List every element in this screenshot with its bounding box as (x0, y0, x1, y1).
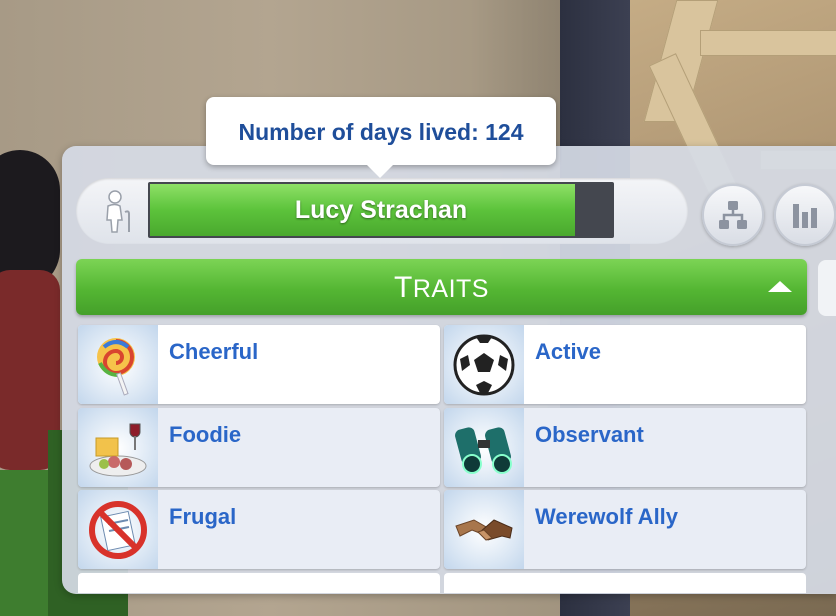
trait-card-partial[interactable] (444, 573, 806, 593)
trait-icon-frame (444, 325, 524, 404)
binoculars-icon (455, 427, 512, 474)
family-tree-icon (719, 201, 747, 229)
traits-header-text: RAITS (412, 275, 489, 303)
wood-beam (700, 30, 836, 56)
handshake-icon (455, 519, 513, 541)
trait-card-cheerful[interactable]: Cheerful (78, 325, 440, 404)
days-lived-tooltip: Number of days lived: 124 (206, 97, 556, 165)
trait-card-active[interactable]: Active (444, 325, 806, 404)
trait-icon-frame (444, 408, 524, 487)
trait-card-observant[interactable]: Observant (444, 408, 806, 487)
sim-hair (0, 150, 60, 290)
traits-section-header[interactable]: TRAITS (76, 259, 807, 315)
trait-icon-frame (78, 490, 158, 569)
stats-bars-icon (793, 204, 817, 228)
tooltip-pointer (366, 164, 394, 178)
trait-icon-frame (78, 408, 158, 487)
trait-label: Foodie (169, 422, 242, 447)
trait-label: Werewolf Ally (535, 504, 679, 529)
trait-label: Observant (535, 422, 644, 447)
collapse-up-icon[interactable] (768, 281, 792, 292)
food-platter-icon (89, 423, 147, 477)
trait-icon-frame (444, 490, 524, 569)
soccer-ball-icon (453, 334, 515, 396)
elder-cane-icon (106, 190, 130, 233)
trait-card-foodie[interactable]: Foodie (78, 408, 440, 487)
traits-header-cap: T (394, 271, 413, 304)
no-money-icon (89, 501, 147, 559)
trait-icon-frame (78, 325, 158, 404)
side-tab[interactable] (818, 260, 836, 316)
trait-label: Cheerful (169, 339, 259, 364)
stats-button[interactable] (774, 184, 836, 246)
trait-card-frugal[interactable]: Frugal (78, 490, 440, 569)
family-tree-button[interactable] (702, 184, 764, 246)
trait-card-werewolf-ally[interactable]: Werewolf Ally (444, 490, 806, 569)
trait-label: Frugal (169, 504, 237, 529)
trait-card-partial[interactable] (78, 573, 440, 593)
trait-label: Active (535, 339, 602, 364)
sim-name[interactable]: Lucy Strachan (150, 184, 612, 236)
lollipop-icon (97, 338, 135, 396)
